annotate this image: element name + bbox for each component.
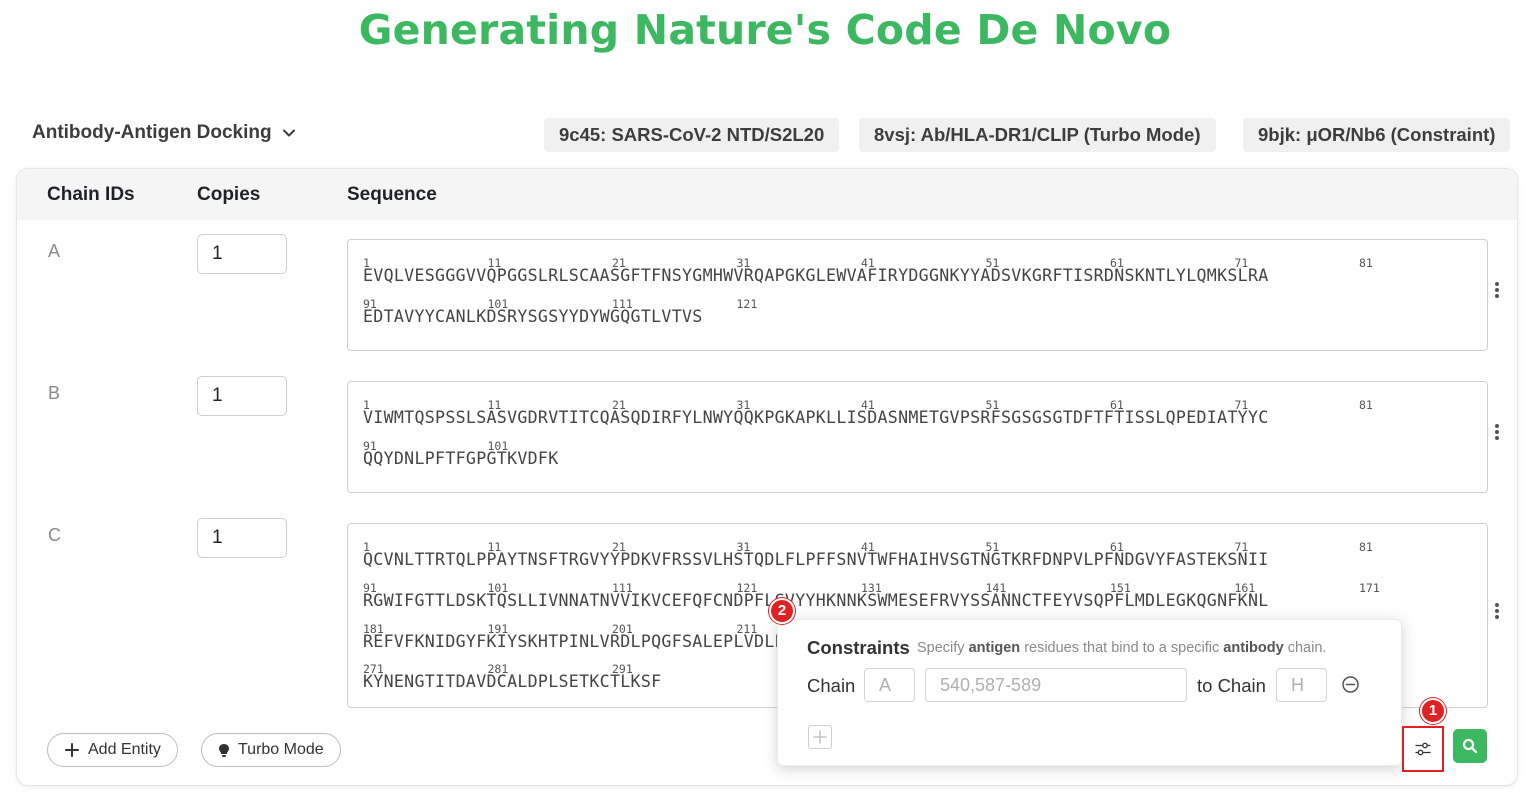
constraints-settings-button[interactable]: [1402, 726, 1444, 772]
column-header-chain-ids: Chain IDs: [47, 184, 135, 205]
task-type-label: Antibody-Antigen Docking: [32, 122, 272, 143]
sequence-input-a[interactable]: 1 11 21 31 41 51 61 71 81 EVQLVESGGGVVQPGGSLRLSCA…: [347, 239, 1488, 351]
add-constraint-add-square-icon[interactable]: [808, 725, 832, 749]
copies-input-b[interactable]: 1: [197, 376, 287, 416]
table-header: Chain IDs Copies Sequence: [17, 169, 1517, 220]
sequence-text: RGWIFGTTLDSKTQSLLIVNNATNVVIKVCEFQFCNDPFL…: [363, 591, 1269, 610]
search-button[interactable]: [1453, 729, 1487, 763]
copies-input-c[interactable]: 1: [197, 518, 287, 558]
plus-icon: [65, 743, 79, 757]
annotation-badge-1: 1: [1420, 698, 1446, 724]
sequence-text: QQYDNLPFTFGPGTKVDFK: [363, 449, 559, 468]
to-chain-label: to Chain: [1197, 675, 1266, 696]
add-entity-label: Add Entity: [88, 741, 161, 758]
sequence-text: KYNENGTITDAVDCALDPLSETKCTLKSF: [363, 672, 662, 691]
add-entity-button[interactable]: Add Entity: [47, 733, 178, 767]
row-menu-b-kebab-icon[interactable]: [1491, 422, 1503, 442]
column-header-sequence: Sequence: [347, 184, 437, 205]
chain-id-c: C: [48, 525, 61, 545]
turbo-mode-button[interactable]: Turbo Mode: [201, 733, 341, 767]
constraint-chain-label: Chain: [807, 675, 856, 696]
sequence-input-b[interactable]: 1 11 21 31 41 51 61 71 81 VIWMTQSPSSLSASVGDRVTITC…: [347, 381, 1488, 493]
sequence-text: EDTAVYYCANLKDSRYSGSYYDYWGQGTLVTVS: [363, 307, 703, 326]
chain-id-a: A: [48, 241, 61, 261]
page-title: Generating Nature's Code De Novo: [358, 6, 1172, 54]
residue-index: 81: [1359, 540, 1373, 554]
annotation-badge-2: 2: [769, 598, 795, 624]
sequence-text: EVQLVESGGGVVQPGGSLRLSCAASGFTFNSYGMHWVRQA…: [363, 266, 1269, 285]
sliders-icon: [1415, 742, 1431, 756]
example-button-9c45[interactable]: 9c45: SARS-CoV-2 NTD/S2L20: [544, 118, 840, 152]
residue-index: 81: [1359, 398, 1373, 412]
residue-index: 121: [736, 297, 758, 311]
lightbulb-icon: [219, 743, 229, 757]
copies-input-a[interactable]: 1: [197, 234, 287, 274]
row-menu-a-kebab-icon[interactable]: [1491, 280, 1503, 300]
column-header-copies: Copies: [197, 184, 261, 205]
antigen-chain-input[interactable]: A: [864, 668, 915, 702]
row-menu-c-kebab-icon[interactable]: [1491, 601, 1503, 621]
residue-index: 171: [1359, 581, 1380, 595]
chain-id-b: B: [48, 383, 61, 403]
example-button-8vsj[interactable]: 8vsj: Ab/HLA-DR1/CLIP (Turbo Mode): [859, 118, 1216, 152]
constraints-description: Specify antigen residues that bind to a …: [917, 640, 1327, 656]
chevron-down-icon: [282, 129, 295, 137]
residue-index: 81: [1359, 256, 1373, 270]
constraints-popover: Constraints Specify antigen residues tha…: [777, 619, 1402, 766]
example-button-9bjk[interactable]: 9bjk: μOR/Nb6 (Constraint): [1243, 118, 1511, 152]
task-type-dropdown[interactable]: Antibody-Antigen Docking: [32, 122, 296, 144]
sequence-text: QCVNLTTRTQLPPAYTNSFTRGVYYPDKVFRSSVLHSTQD…: [363, 550, 1269, 569]
residue-range-input[interactable]: 540,587-589: [925, 668, 1187, 702]
remove-constraint-minus-circle-icon[interactable]: [1341, 675, 1360, 694]
sequence-text: VIWMTQSPSSLSASVGDRVTITCQASQDIRFYLNWYQQKP…: [363, 408, 1269, 427]
constraints-title: Constraints: [807, 637, 910, 658]
turbo-mode-label: Turbo Mode: [238, 741, 324, 758]
search-icon: [1462, 738, 1478, 754]
antibody-chain-input[interactable]: H: [1276, 668, 1327, 702]
